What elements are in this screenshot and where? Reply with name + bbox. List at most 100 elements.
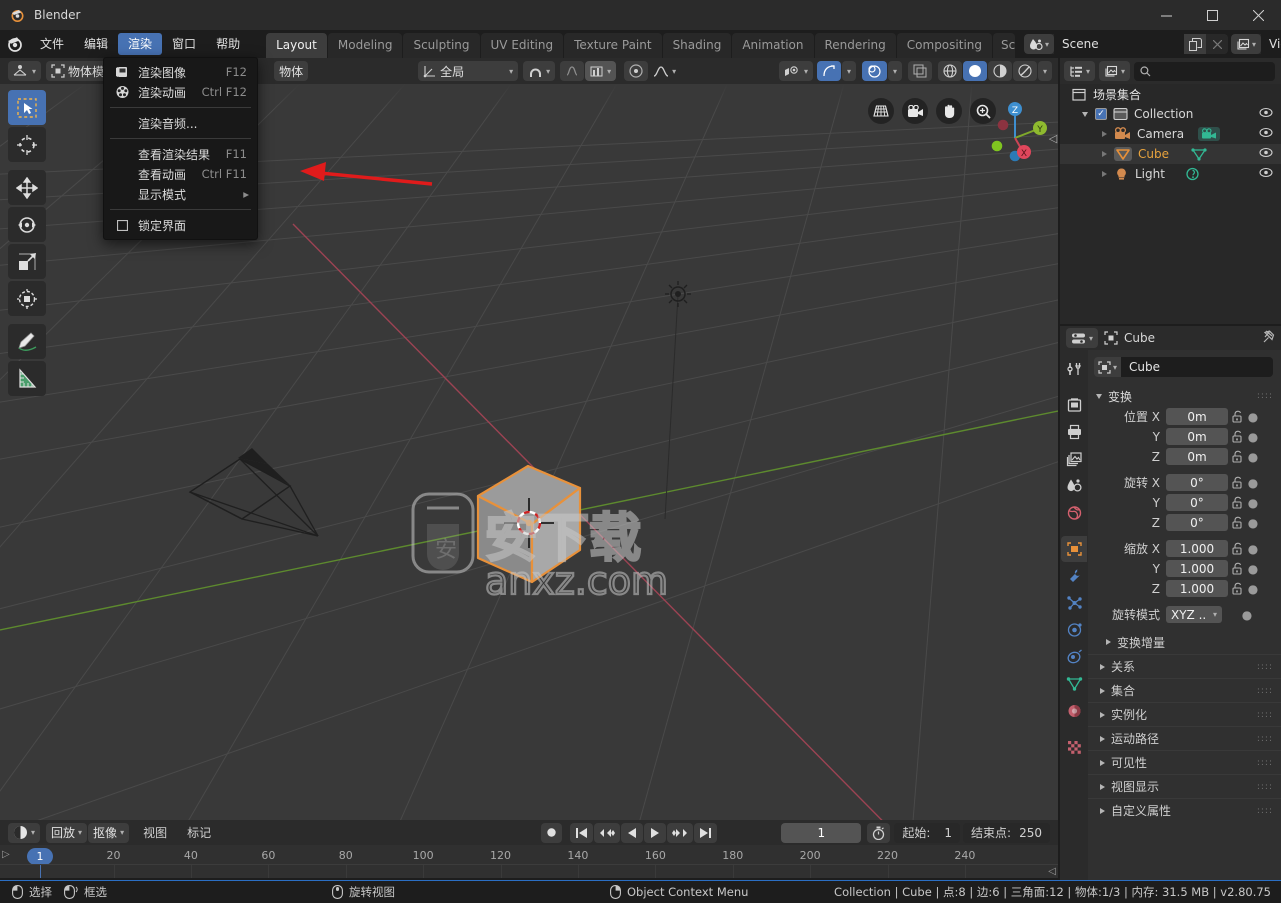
constraints-tab[interactable] [1061,644,1087,670]
object-tab[interactable] [1061,536,1087,562]
expand-arrow-cube[interactable] [1102,151,1107,157]
menu-item-render-audio[interactable]: 渲染音频... [104,113,257,133]
lock-icon[interactable] [1228,516,1246,529]
viewlayer-selector[interactable]: ▾ View Layer [1231,34,1281,54]
visibility-eye-icon-light[interactable] [1259,167,1273,181]
expand-arrow-camera[interactable] [1102,131,1107,137]
transform-row-value[interactable]: 0m [1166,448,1228,465]
visibility-eye-icon-camera[interactable] [1259,127,1273,141]
shading-solid-button[interactable] [962,61,987,81]
transform-row-value[interactable]: 0m [1166,428,1228,445]
pin-icon[interactable] [1262,329,1275,347]
next-keyframe-button[interactable] [667,822,694,843]
outliner-row-cube[interactable]: Cube [1060,144,1281,164]
tab-animation[interactable]: Animation [732,33,814,58]
transform-panel-arrow[interactable] [1096,393,1102,399]
jump-start-button[interactable] [570,822,594,843]
jump-end-button[interactable] [694,822,718,843]
move-tool[interactable] [8,170,46,205]
object-name-value[interactable]: Cube [1121,357,1273,377]
material-tab[interactable] [1061,698,1087,724]
play-button[interactable] [644,822,667,843]
scene-name-field[interactable]: Scene [1054,34,1185,54]
frame-end-field[interactable]: 结束点: 250 [963,822,1050,843]
transform-row-value[interactable]: 0° [1166,514,1228,531]
world-tab[interactable] [1061,500,1087,526]
timeline-ruler[interactable]: 20 40 60 80 100 120 140 160 180 200 220 240 1 ◁ ▷ [0,845,1058,878]
cursor-tool[interactable] [8,127,46,162]
object-data-tab[interactable] [1061,671,1087,697]
outliner-filter-icon[interactable]: ▾ [1099,61,1131,81]
outliner-search-input[interactable] [1134,61,1275,81]
delete-scene-button[interactable] [1206,34,1229,54]
gizmo-toggle[interactable] [816,61,841,81]
current-frame-field[interactable]: 1 [781,822,862,843]
scene-tab[interactable] [1061,473,1087,499]
new-scene-button[interactable] [1184,34,1207,54]
lock-icon[interactable] [1228,496,1246,509]
shading-material-preview-button[interactable] [987,61,1012,81]
menu-item-view-render[interactable]: 查看渲染结果 F11 [104,144,257,164]
lock-icon[interactable] [1228,450,1246,463]
timeline-menu-view[interactable]: 视图 [133,822,177,844]
outliner-row-light[interactable]: Light [1060,164,1281,184]
timeline-menu-keying[interactable]: 抠像 ▾ [88,822,130,843]
timeline-menu-marker[interactable]: 标记 [177,822,221,844]
menu-item-lock-interface[interactable]: 锁定界面 [104,215,257,235]
shading-rendered-button[interactable] [1012,61,1037,81]
timeline-editor-type-selector[interactable]: ▾ [8,822,41,843]
particles-tab[interactable] [1061,590,1087,616]
timeline-collapse-arrow[interactable]: ◁ [1048,866,1056,877]
measure-tool[interactable] [8,361,46,396]
menu-item-view-animation[interactable]: 查看动画 Ctrl F11 [104,164,257,184]
outliner-scene-collection-row[interactable]: 场景集合 [1060,84,1281,104]
pan-view-icon[interactable] [936,98,962,124]
scene-selector[interactable]: ▾ Scene [1024,34,1229,54]
tab-modeling[interactable]: Modeling [327,33,403,58]
tool-tab[interactable] [1061,356,1087,382]
timeline-playhead[interactable]: 1 [27,848,53,865]
tab-uv-editing[interactable]: UV Editing [480,33,564,58]
tab-compositing[interactable]: Compositing [896,33,992,58]
animate-dot[interactable]: ● [1246,410,1260,424]
subpanel-header[interactable]: 自定义属性:::: [1088,798,1281,822]
render-tab[interactable] [1061,392,1087,418]
expand-arrow-icon[interactable] [1100,735,1105,742]
expand-arrow-icon[interactable] [1100,663,1105,670]
animate-dot[interactable]: ● [1246,562,1260,576]
snap-magnet-icon[interactable]: ▾ [523,61,556,81]
light-data-icon[interactable] [1185,167,1200,181]
auto-keying-icon[interactable] [867,822,891,843]
transform-row-value[interactable]: 1.000 [1166,580,1228,597]
menu-item-display-mode[interactable]: 显示模式 ▸ [104,184,257,204]
close-button[interactable] [1235,0,1281,30]
timeline-menu-playback[interactable]: 回放 ▾ [46,822,88,843]
menu-item-render-animation[interactable]: 渲染动画 Ctrl F12 [104,82,257,102]
physics-tab[interactable] [1061,617,1087,643]
subpanel-header[interactable]: 视图显示:::: [1088,774,1281,798]
render-menu-dropdown[interactable]: 渲染图像 F12 渲染动画 Ctrl F12 渲染音频... 查看渲染结果 F1… [103,57,258,240]
tab-sculpting[interactable]: Sculpting [403,33,480,58]
transform-row-value[interactable]: 0° [1166,494,1228,511]
collection-checkbox[interactable]: ✓ [1095,108,1107,120]
rotation-mode-dropdown[interactable]: XYZ .. ▾ [1166,606,1222,623]
transform-row-value[interactable]: 1.000 [1166,560,1228,577]
annotate-tool[interactable] [8,324,46,359]
subpanel-header[interactable]: 运动路径:::: [1088,726,1281,750]
transform-row-value[interactable]: 0m [1166,408,1228,425]
view-layer-tab[interactable] [1061,446,1087,472]
animate-dot[interactable]: ● [1246,542,1260,556]
overlays-toggle[interactable] [861,61,887,81]
shading-dropdown[interactable]: ▾ [1037,61,1052,81]
expand-arrow-light[interactable] [1102,171,1107,177]
expand-arrow-icon[interactable] [1106,639,1111,645]
lock-icon[interactable] [1228,542,1246,555]
expand-arrow-collection[interactable] [1082,111,1088,117]
editor-type-selector[interactable]: ▾ [8,61,42,81]
mesh-data-icon[interactable] [1191,147,1207,161]
subpanel-header[interactable]: 关系:::: [1088,654,1281,678]
modifier-tab[interactable] [1061,563,1087,589]
subpanel-header[interactable]: 可见性:::: [1088,750,1281,774]
animate-dot[interactable]: ● [1246,496,1260,510]
menu-item-render-image[interactable]: 渲染图像 F12 [104,62,257,82]
